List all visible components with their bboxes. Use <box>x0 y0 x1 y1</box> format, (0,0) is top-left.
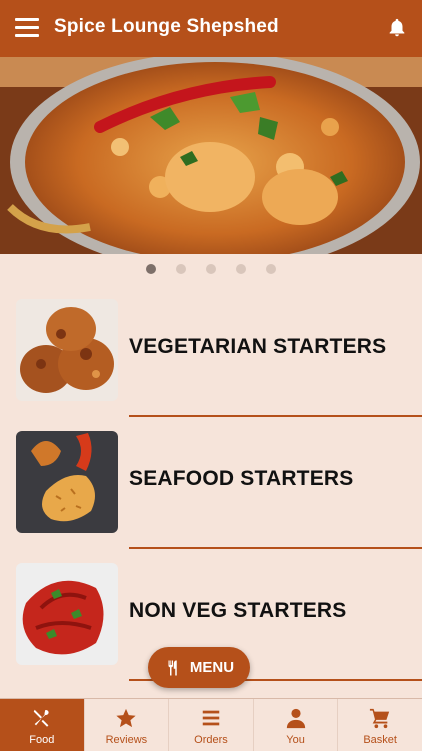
divider <box>129 415 422 417</box>
hero-banner-image[interactable] <box>0 57 422 254</box>
tab-label: Reviews <box>105 734 148 746</box>
hamburger-menu-icon[interactable] <box>15 18 39 38</box>
carousel-dot[interactable] <box>206 264 216 274</box>
carousel-dot[interactable] <box>146 264 156 274</box>
tab-orders[interactable]: Orders <box>168 699 253 751</box>
carousel-dot[interactable] <box>266 264 276 274</box>
fork-spoon-icon <box>33 709 49 727</box>
carousel-dot[interactable] <box>176 264 186 274</box>
category-row-seafood-starters[interactable]: SEAFOOD STARTERS <box>0 431 422 563</box>
tab-label: Orders <box>194 734 228 746</box>
curry-dish-illustration <box>0 57 422 254</box>
fork-knife-icon <box>168 660 177 675</box>
menu-button-label: MENU <box>189 659 235 676</box>
category-label: VEGETARIAN STARTERS <box>129 335 387 358</box>
vegetarian-starters-thumbnail <box>16 299 118 401</box>
tab-label: Basket <box>363 734 397 746</box>
cart-icon <box>370 708 390 729</box>
category-label: NON VEG STARTERS <box>129 599 347 622</box>
tab-you[interactable]: You <box>252 699 338 751</box>
non-veg-starters-thumbnail <box>16 563 118 665</box>
category-label: SEAFOOD STARTERS <box>129 467 354 490</box>
menu-button[interactable]: MENU <box>148 647 250 688</box>
list-icon <box>202 710 220 726</box>
tab-label: You <box>286 734 305 746</box>
app-header: Spice Lounge Shepshed <box>0 0 422 57</box>
bottom-tab-bar: Food Reviews Orders You Basket <box>0 698 422 751</box>
tab-basket[interactable]: Basket <box>337 699 422 751</box>
category-row-vegetarian-starters[interactable]: VEGETARIAN STARTERS <box>0 299 422 431</box>
bell-icon[interactable] <box>386 16 408 40</box>
tab-label: Food <box>29 734 55 746</box>
divider <box>129 547 422 549</box>
carousel-dots <box>0 264 422 274</box>
person-icon <box>286 708 305 729</box>
star-icon <box>116 708 137 728</box>
app-title: Spice Lounge Shepshed <box>54 16 279 37</box>
carousel-dot[interactable] <box>236 264 246 274</box>
seafood-starters-thumbnail <box>16 431 118 533</box>
tab-reviews[interactable]: Reviews <box>83 699 169 751</box>
tab-food[interactable]: Food <box>0 699 84 751</box>
